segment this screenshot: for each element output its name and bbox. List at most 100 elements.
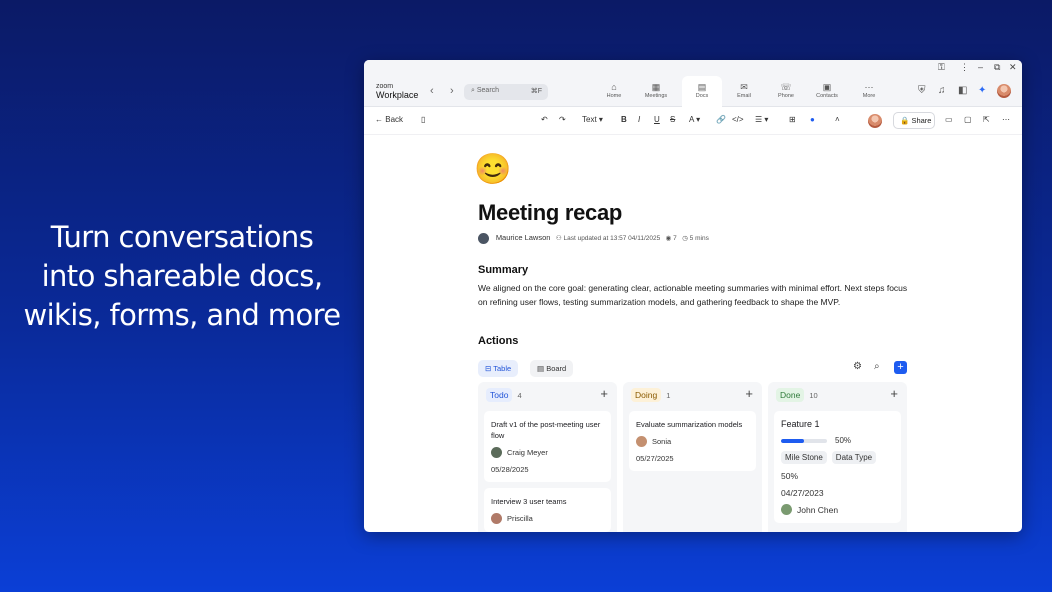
summary-text[interactable]: We aligned on the core goal: generating … — [478, 281, 910, 309]
panel-toggle-icon[interactable]: ▯ — [421, 115, 425, 124]
assignee-avatar — [781, 504, 792, 515]
nav-tab-home[interactable]: ⌂ Home — [594, 76, 634, 107]
author-name[interactable]: Maurice Lawson — [496, 233, 551, 242]
tab-table[interactable]: ⊟ Table — [478, 360, 519, 377]
code-icon[interactable]: </> — [732, 115, 744, 124]
redo-icon[interactable]: ↷ — [559, 115, 566, 124]
assignee-avatar — [636, 436, 647, 447]
card-title: Interview 3 user teams — [491, 497, 567, 506]
progress-fill — [781, 438, 804, 443]
kebab-icon[interactable]: ⋮ — [960, 62, 969, 73]
summary-heading[interactable]: Summary — [478, 264, 528, 276]
column-header: Done 10 — [776, 388, 818, 402]
card-date: 04/27/2023 — [781, 488, 824, 498]
nav-tab-contacts[interactable]: ▣ Contacts — [807, 76, 847, 107]
nav-tab-email[interactable]: ✉ Email — [724, 76, 764, 107]
board-card[interactable]: Feature 1 50% Mile Stone Data Type 50% 04/27/… — [774, 411, 901, 523]
table-icon: ⊟ — [485, 364, 492, 373]
close-icon[interactable]: ✕ — [1009, 62, 1017, 73]
progress-bar — [781, 438, 827, 443]
doc-emoji-icon[interactable]: 😊 — [474, 152, 511, 187]
comment-icon[interactable]: ▢ — [964, 115, 972, 124]
chevron-up-icon[interactable]: ˄ — [835, 115, 840, 124]
collaborator-avatar[interactable] — [868, 114, 882, 128]
tag-chip[interactable]: Mile Stone — [781, 451, 827, 464]
open-external-icon[interactable]: ⇱ — [983, 115, 990, 124]
bell-icon[interactable]: ♫ — [938, 85, 946, 96]
column-count: 1 — [666, 391, 671, 400]
filter-icon[interactable]: ⚙ — [853, 361, 862, 372]
strikethrough-icon[interactable]: S — [670, 115, 675, 124]
minimize-icon[interactable]: – — [978, 62, 983, 72]
add-card-icon[interactable]: + — [745, 386, 753, 401]
user-avatar[interactable] — [997, 84, 1011, 98]
board-column-done: Done 10 + Feature 1 50% Mile Stone Data Type 50… — [768, 382, 907, 532]
clock-icon: ◷ — [682, 235, 688, 243]
card-title: Feature 1 — [781, 419, 820, 429]
undo-icon[interactable]: ↶ — [541, 115, 548, 124]
card-assignee[interactable]: Craig Meyer — [491, 447, 604, 458]
back-arrow-icon[interactable]: ‹ — [430, 85, 434, 97]
board-card[interactable]: Draft v1 of the post-meeting user flow Cr… — [484, 411, 611, 482]
home-icon: ⌂ — [611, 82, 617, 92]
search-icon: ⌕ — [471, 87, 475, 94]
contacts-icon: ▣ — [822, 82, 832, 92]
tag-chip[interactable]: Data Type — [831, 451, 877, 464]
doc-toolbar: ← Back ▯ ↶ ↷ Text ▾ B I U S A ▾ 🔗 </> ☰ … — [364, 107, 1022, 135]
card-title: Draft v1 of the post-meeting user flow — [491, 420, 601, 440]
search-input[interactable]: ⌕ Search ⌘F — [464, 84, 548, 100]
read-time: 5 mins — [689, 235, 709, 243]
column-status-pill[interactable]: Done — [776, 388, 805, 402]
add-item-button[interactable]: + — [894, 361, 907, 374]
add-block-icon[interactable]: ● — [810, 115, 815, 124]
nav-tab-more[interactable]: ⋯ More — [849, 76, 889, 107]
ai-sparkle-icon[interactable]: ✦ — [978, 85, 986, 96]
card-assignee[interactable]: Priscilla — [491, 513, 604, 524]
underline-icon[interactable]: U — [654, 115, 660, 124]
nav-tab-docs[interactable]: ▤ Docs — [682, 76, 722, 107]
arrow-left-icon: ← — [375, 115, 383, 124]
add-card-icon[interactable]: + — [890, 386, 898, 401]
badge-icon[interactable]: ⛨ — [918, 85, 926, 96]
nav-tab-meetings[interactable]: ▦ Meetings — [636, 76, 676, 107]
card-assignee[interactable]: Sonia — [636, 436, 749, 447]
forward-arrow-icon[interactable]: › — [450, 85, 454, 97]
insert-icon[interactable]: ⊞ — [789, 115, 796, 124]
search-icon[interactable]: ⌕ — [874, 361, 880, 372]
key-icon[interactable]: ⚿ — [938, 62, 945, 73]
restore-icon[interactable]: ⧉ — [994, 62, 1000, 73]
column-count: 10 — [809, 391, 818, 400]
bold-icon[interactable]: B — [621, 115, 627, 124]
link-icon[interactable]: 🔗 — [716, 115, 726, 124]
column-status-pill[interactable]: Doing — [631, 388, 662, 402]
view-count: 7 — [673, 235, 677, 243]
nav-tab-phone[interactable]: ☏ Phone — [766, 76, 806, 107]
column-header: Doing 1 — [631, 388, 671, 402]
tab-board[interactable]: ▤ Board — [530, 360, 574, 377]
card-percent: 50% — [781, 471, 799, 481]
add-card-icon[interactable]: + — [600, 386, 608, 401]
font-color-icon[interactable]: A ▾ — [689, 115, 700, 124]
video-icon[interactable]: ▭ — [945, 115, 953, 124]
back-button[interactable]: ← Back — [375, 115, 403, 124]
app-window: ⚿ ⋮ – ⧉ ✕ zoom Workplace ‹ › ⌕ Search ⌘F… — [364, 60, 1022, 532]
page-title[interactable]: Meeting recap — [478, 200, 622, 226]
author-avatar[interactable] — [478, 233, 489, 244]
board-card[interactable]: Evaluate summarization models Sonia 05/27/… — [629, 411, 756, 471]
column-status-pill[interactable]: Todo — [486, 388, 513, 402]
column-count: 4 — [517, 391, 522, 400]
title-bar: ⚿ ⋮ – ⧉ ✕ — [364, 60, 1022, 76]
text-style-dropdown[interactable]: Text ▾ — [582, 115, 603, 124]
italic-icon[interactable]: I — [638, 115, 640, 124]
share-button[interactable]: 🔒 Share — [893, 112, 935, 129]
card-date: 05/28/2025 — [491, 465, 529, 474]
more-options-icon[interactable]: ⋯ — [1002, 115, 1010, 124]
top-nav-bar: zoom Workplace ‹ › ⌕ Search ⌘F ⌂ Home ▦ Mee… — [364, 76, 1022, 107]
align-icon[interactable]: ☰ ▾ — [755, 115, 768, 124]
card-assignee[interactable]: John Chen — [781, 504, 894, 515]
phone-icon: ☏ — [780, 82, 792, 92]
sidebar-toggle-icon[interactable]: ◧ — [958, 85, 967, 96]
actions-heading[interactable]: Actions — [478, 335, 518, 347]
board-card[interactable]: Interview 3 user teams Priscilla — [484, 488, 611, 532]
board-column-todo: Todo 4 + Draft v1 of the post-meeting user … — [478, 382, 617, 532]
